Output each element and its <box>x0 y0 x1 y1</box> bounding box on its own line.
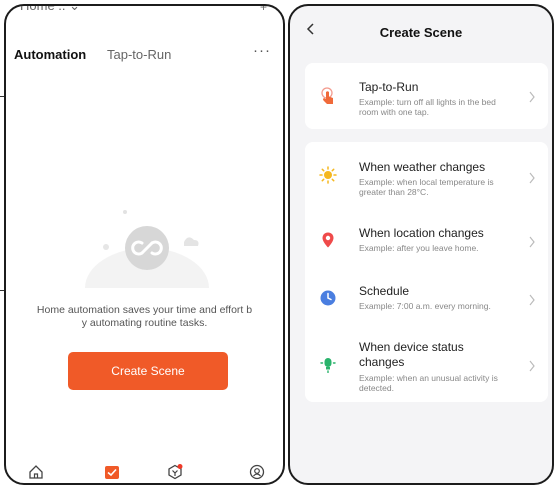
home-selector[interactable]: Home .. ⌄ <box>20 6 80 14</box>
smart-icon[interactable] <box>167 464 183 480</box>
option-weather-changes[interactable]: When weather changes Example: when local… <box>305 142 548 202</box>
add-icon[interactable]: + <box>260 6 267 14</box>
condition-card: When weather changes Example: when local… <box>305 142 548 402</box>
option-schedule[interactable]: Schedule Example: 7:00 a.m. every mornin… <box>305 268 548 324</box>
chevron-right-icon <box>529 360 535 372</box>
option-device-status-changes[interactable]: When device status changes Example: when… <box>305 330 548 402</box>
scene-tabs: Automation Tap-to-Run ··· <box>14 42 275 67</box>
tab-tap-to-run[interactable]: Tap-to-Run <box>107 47 171 62</box>
chevron-right-icon <box>529 172 535 184</box>
create-scene-button[interactable]: Create Scene <box>68 352 228 390</box>
chevron-right-icon <box>529 294 535 306</box>
device-icon <box>320 358 336 373</box>
home-icon[interactable] <box>28 464 44 480</box>
page-title: Create Scene <box>379 25 463 40</box>
tap-hand-icon <box>321 87 333 104</box>
tab-automation[interactable]: Automation <box>14 47 86 62</box>
empty-state-message: Home automation saves your time and effo… <box>36 304 253 329</box>
scene-icon[interactable] <box>104 464 120 480</box>
header: Create Scene <box>290 6 552 50</box>
sun-icon <box>319 166 337 184</box>
tap-to-run-card: Tap-to-Run Example: turn off all lights … <box>305 63 548 129</box>
bottom-nav <box>6 459 283 483</box>
option-location-changes[interactable]: When location changes Example: after you… <box>305 208 548 264</box>
chevron-right-icon <box>529 91 535 103</box>
automation-screen: Home .. ⌄ + Automation Tap-to-Run ··· Ho… <box>4 4 285 485</box>
chevron-right-icon <box>529 236 535 248</box>
more-horizontal-icon[interactable]: ··· <box>253 42 271 59</box>
create-scene-screen: Create Scene Tap-to-Run Example: turn of… <box>288 4 554 485</box>
clock-icon <box>320 290 336 306</box>
location-pin-icon <box>322 232 334 248</box>
profile-icon[interactable] <box>249 464 265 480</box>
option-tap-to-run[interactable]: Tap-to-Run Example: turn off all lights … <box>305 63 548 129</box>
empty-state-illustration <box>85 210 209 288</box>
